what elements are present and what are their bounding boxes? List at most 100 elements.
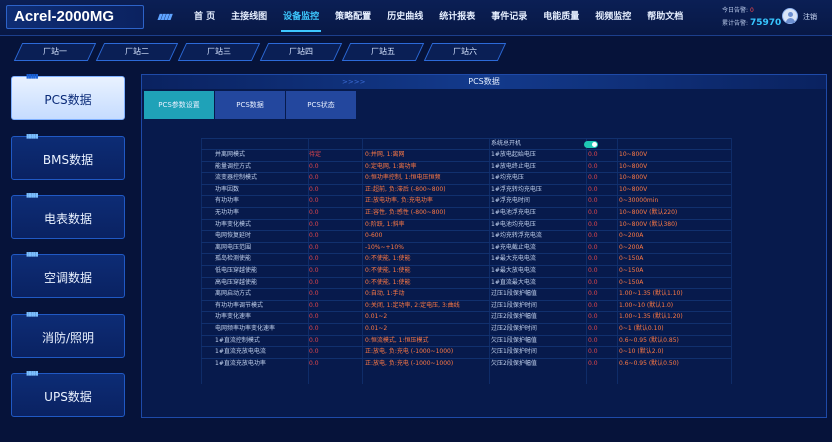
param-value[interactable]: 0.0 <box>309 301 359 311</box>
param-range: 0:不使能, 1:使能 <box>365 255 411 263</box>
param-name: 1#直流最大电流 <box>491 278 536 286</box>
param-range: 0~1 (默认0.10) <box>619 325 664 332</box>
sidebar-item-6[interactable]: ▮▮▮▮▮ UPS数据 <box>11 371 125 417</box>
param-value[interactable]: 0.0 <box>588 347 618 357</box>
param-row: 并离网模式 待定 0:并网, 1:离网 1#放电起始电压 0.0 10~800V <box>201 149 731 160</box>
param-range: 10~800V <box>619 162 648 170</box>
param-value[interactable]: 0.0 <box>588 162 618 172</box>
sidebar-item-5[interactable]: ▮▮▮▮▮ 消防/照明 <box>11 311 125 358</box>
param-value[interactable]: 0.0 <box>309 336 359 346</box>
param-value[interactable]: 0.0 <box>588 359 618 369</box>
station-tab-2[interactable]: 厂站二 <box>95 43 179 61</box>
nav-item-6[interactable]: 事件记录 <box>483 0 535 36</box>
param-value[interactable]: 0.0 <box>309 266 359 276</box>
system-switch-toggle[interactable] <box>584 141 598 148</box>
param-value[interactable]: 0.0 <box>588 312 618 322</box>
param-name: 功率因数 <box>215 185 240 193</box>
param-name: 1#均充电压 <box>491 174 524 182</box>
sidebar-item-1[interactable]: ▮▮▮▮▮ PCS数据 <box>11 73 125 120</box>
param-value[interactable]: 0.0 <box>309 347 359 357</box>
param-name: 1#直流充放电功率 <box>215 359 266 367</box>
sidebar-item-2[interactable]: ▮▮▮▮▮ BMS数据 <box>11 134 125 180</box>
station-tab-5[interactable]: 厂站五 <box>341 43 425 61</box>
param-value[interactable]: 0.0 <box>588 150 618 160</box>
header-arrows-icon: >>>> <box>342 78 366 86</box>
param-range: 0~200A <box>619 232 644 240</box>
nav-item-2[interactable]: 设备监控 <box>275 0 327 36</box>
param-row: 离网电压范围 0.0 -10%~+10% 1#充电截止电流 0.0 0~200A <box>201 241 731 253</box>
param-value[interactable]: 0.0 <box>588 220 618 230</box>
nav-item-0[interactable]: 首 页 <box>186 0 223 36</box>
param-value[interactable]: 0.0 <box>309 254 359 264</box>
param-range: 0:不使能, 1:使能 <box>365 267 411 274</box>
nav-item-1[interactable]: 主接线图 <box>223 0 275 36</box>
station-tab-label: 厂站一 <box>43 47 67 56</box>
param-value[interactable]: 0.0 <box>588 324 618 334</box>
nav-item-7[interactable]: 电能质量 <box>535 0 587 36</box>
param-value[interactable]: 0.0 <box>309 173 359 183</box>
param-value[interactable]: 0.0 <box>309 359 359 369</box>
param-value[interactable]: 0.0 <box>309 231 359 241</box>
param-value[interactable]: 待定 <box>309 150 359 160</box>
param-value[interactable]: 0.0 <box>309 243 359 253</box>
station-tab-6[interactable]: 厂站六 <box>423 43 507 61</box>
param-value[interactable]: 0.0 <box>588 231 618 241</box>
station-tab-3[interactable]: 厂站三 <box>177 43 261 61</box>
decor-stripes: ▮▮▮▮▮ <box>26 311 38 318</box>
sidebar-item-4[interactable]: ▮▮▮▮▮ 空调数据 <box>11 252 125 298</box>
param-value[interactable]: 0.0 <box>309 312 359 322</box>
sidebar-item-label: PCS数据 <box>44 93 92 107</box>
sidebar-item-label: 消防/照明 <box>41 331 95 345</box>
param-value[interactable]: 0.0 <box>588 336 618 346</box>
today-alarm-label: 今日告警 <box>722 7 747 14</box>
param-value[interactable]: 0.0 <box>309 289 359 299</box>
decor-stripes: ▮▮▮▮▮ <box>26 73 38 80</box>
param-value[interactable]: 0.0 <box>309 220 359 230</box>
param-value[interactable]: 0.0 <box>309 278 359 288</box>
panel-title: PCS数据 <box>468 77 500 86</box>
station-tab-4[interactable]: 厂站四 <box>259 43 343 61</box>
param-range: 0~200A <box>619 243 644 251</box>
nav-item-8[interactable]: 视频监控 <box>587 0 639 36</box>
nav-item-3[interactable]: 策略配置 <box>327 0 379 36</box>
param-row: 功率变化模式 0.0 0:阶跃, 1:斜率 1#电池均充电压 0.0 10~800V (默… <box>201 218 731 230</box>
param-row: 1#直流充放电电流 0.0 正:放电, 负:充电 (-1000~1000) 欠压1段保… <box>201 346 731 357</box>
param-value[interactable]: 0.0 <box>588 266 618 276</box>
param-value[interactable]: 0.0 <box>309 185 359 195</box>
nav-item-4[interactable]: 历史曲线 <box>379 0 431 36</box>
param-value[interactable]: 0.0 <box>588 289 618 299</box>
system-switch-row: 系统总开机 <box>201 138 731 149</box>
param-value[interactable]: 0.0 <box>309 162 359 172</box>
param-value[interactable]: 0.0 <box>588 301 618 311</box>
tab-3[interactable]: PCS状态 <box>286 91 356 119</box>
param-value[interactable]: 0.0 <box>588 196 618 206</box>
param-value[interactable]: 0.0 <box>309 208 359 218</box>
user-avatar-icon[interactable] <box>782 8 798 24</box>
param-name: 1#直流控制模式 <box>215 336 260 344</box>
tab-1[interactable]: PCS参数设置 <box>144 91 214 119</box>
station-tab-1[interactable]: 厂站一 <box>13 43 97 61</box>
param-value[interactable]: 0.0 <box>588 185 618 195</box>
param-value[interactable]: 0.0 <box>588 173 618 183</box>
param-value[interactable]: 0.0 <box>588 243 618 253</box>
param-row: 1#直流控制模式 0.0 0:恒流模式, 1:恒压模式 欠压1段保护幅值 0.0 0.6~… <box>201 334 731 346</box>
param-row: 低电压穿越使能 0.0 0:不使能, 1:使能 1#最大放电电流 0.0 0~150A <box>201 265 731 276</box>
nav-item-5[interactable]: 统计报表 <box>431 0 483 36</box>
param-name: 欠压2段保护幅值 <box>491 359 537 367</box>
sidebar-item-3[interactable]: ▮▮▮▮▮ 电表数据 <box>11 193 125 239</box>
nav-item-9[interactable]: 帮助文档 <box>639 0 691 36</box>
param-value[interactable]: 0.0 <box>588 278 618 288</box>
tab-2[interactable]: PCS数据 <box>215 91 285 119</box>
sidebar-item-label: 空调数据 <box>43 271 92 285</box>
param-value[interactable]: 0.0 <box>588 208 618 218</box>
param-range: 10~800V (默认220) <box>619 209 678 216</box>
total-alarm-label: 累计告警 <box>722 20 747 27</box>
param-name: 1#放电终止电压 <box>491 162 536 170</box>
param-value[interactable]: 0.0 <box>309 196 359 206</box>
param-value[interactable]: 0.0 <box>309 324 359 334</box>
logout-link[interactable]: 注销 <box>803 12 817 22</box>
param-range: 0~150A <box>619 278 644 286</box>
param-range: 0:恒流模式, 1:恒压模式 <box>365 336 429 344</box>
param-range: 1.00~1.35 (默认1.20) <box>619 313 683 321</box>
param-value[interactable]: 0.0 <box>588 254 618 264</box>
